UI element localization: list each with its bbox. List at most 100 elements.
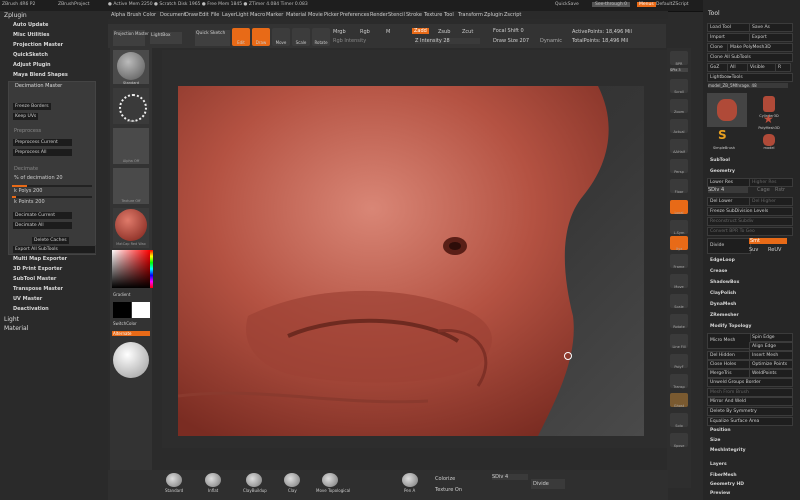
r-button[interactable]: R — [775, 63, 791, 72]
menu-brush[interactable]: Brush — [127, 12, 141, 18]
aahalf-button[interactable]: AAHalf — [670, 139, 688, 154]
lightbox-button[interactable]: LightBox — [150, 32, 182, 44]
persp-button[interactable]: Persp — [670, 159, 688, 174]
move-view-button[interactable]: Move — [670, 274, 688, 289]
zcut-button[interactable]: Zcut — [462, 29, 473, 35]
hue-slider[interactable] — [150, 250, 153, 288]
rotate-button[interactable]: Rotate — [312, 28, 330, 46]
model-thumb[interactable]: model — [755, 132, 783, 154]
bpr-button[interactable]: BPR — [670, 51, 688, 66]
menu-preferences[interactable]: Preferences — [340, 12, 369, 18]
preprocess-all-button[interactable]: Preprocess All — [12, 148, 73, 157]
del-lower-button[interactable]: Del Lower — [707, 197, 751, 206]
current-tool-slider[interactable]: model_ZB_5Mfnrage. 48 — [708, 83, 788, 88]
kpoints-slider[interactable]: k Points 200 — [14, 199, 45, 205]
default-zscript-button[interactable]: DefaultZScript — [656, 2, 689, 7]
spin-edge-button[interactable]: Spin Edge — [749, 333, 793, 342]
mesh-from-brush-button[interactable]: Mesh From Brush — [707, 388, 793, 397]
crease-menu[interactable]: Crease — [710, 269, 727, 274]
equalize-surface-button[interactable]: Equalize Surface Area — [707, 417, 793, 426]
main-color-swatch[interactable] — [113, 302, 131, 318]
simplebrush-thumb[interactable]: S SimpleBrush — [710, 128, 738, 152]
menu-picker[interactable]: Picker — [324, 12, 339, 18]
zremesher-menu[interactable]: ZRemesher — [710, 313, 739, 318]
xyz-button[interactable]: Xyz — [670, 236, 688, 251]
modify-topology-menu[interactable]: Modify Topology — [710, 324, 751, 329]
geometry-menu[interactable]: Geometry — [710, 169, 735, 174]
plugin-maya-blend-shapes[interactable]: Maya Blend Shapes — [13, 72, 68, 78]
colorize-button[interactable]: Colorize — [435, 476, 455, 482]
document-canvas[interactable] — [178, 86, 644, 436]
xpose-button[interactable]: Xpose — [670, 433, 688, 448]
alpha-thumbnail[interactable]: Alpha Off — [113, 128, 149, 164]
menu-document[interactable]: Document — [160, 12, 186, 18]
tool-header[interactable]: Tool — [708, 10, 720, 17]
projection-master-button[interactable]: Projection Master — [113, 30, 149, 46]
bottom-sdiv-slider[interactable]: SDiv 4 — [492, 474, 528, 480]
actual-button[interactable]: Actual — [670, 119, 688, 134]
switchcolor-button[interactable]: SwitchColor — [113, 321, 137, 326]
visible-button[interactable]: Visible — [747, 63, 777, 72]
freeze-subdivision-button[interactable]: Freeze SubDivision Levels — [707, 207, 793, 216]
divide-button[interactable]: Divide — [707, 238, 751, 254]
menu-zscript[interactable]: Zscript — [504, 12, 521, 18]
import-button[interactable]: Import — [707, 33, 751, 42]
solo-button[interactable]: Solo — [670, 413, 688, 428]
focal-shift-slider[interactable]: Focal Shift 0 — [493, 28, 524, 34]
menu-macro[interactable]: Macro — [250, 12, 265, 18]
layers-menu[interactable]: Layers — [710, 462, 727, 467]
menu-layer[interactable]: Layer — [222, 12, 236, 18]
menu-movie[interactable]: Movie — [308, 12, 323, 18]
brush-thumbnail[interactable]: Standard — [113, 50, 149, 85]
transp-button[interactable]: Transp — [670, 374, 688, 389]
freeze-borders-button[interactable]: Freeze Borders — [12, 102, 52, 111]
goz-button[interactable]: GoZ — [707, 63, 729, 72]
smt-button[interactable]: Smt — [749, 238, 787, 244]
keep-uvs-button[interactable]: Keep UVs — [12, 112, 40, 121]
pct-decimation-slider[interactable]: % of decimation 20 — [14, 175, 63, 181]
quicksave-button[interactable]: QuickSave — [555, 2, 579, 7]
sdiv-slider[interactable]: SDiv 4 — [708, 187, 748, 193]
texture-thumbnail[interactable]: Texture Off — [113, 168, 149, 204]
secondary-color-swatch[interactable] — [132, 302, 150, 318]
menu-render[interactable]: Render — [370, 12, 388, 18]
see-through-slider[interactable]: See-through 0 — [592, 2, 630, 7]
plugin-quicksketch[interactable]: QuickSketch — [13, 52, 48, 58]
shadowbox-menu[interactable]: ShadowBox — [710, 280, 739, 285]
zsub-button[interactable]: Zsub — [438, 29, 450, 35]
make-polymesh-button[interactable]: Make PolyMesh3D — [727, 43, 793, 52]
plugin-deactivation[interactable]: Deactivation — [13, 306, 49, 312]
material-menu[interactable]: Material — [4, 325, 28, 332]
polyf-button[interactable]: PolyF — [670, 354, 688, 369]
reconstruct-subdiv-button[interactable]: Reconstruct Subdiv — [707, 217, 793, 226]
rgb-intensity-slider[interactable]: Rgb Intensity — [333, 38, 366, 44]
frame-button[interactable]: Frame — [670, 254, 688, 269]
all-button[interactable]: All — [727, 63, 749, 72]
reuv-button[interactable]: ReUV — [768, 247, 781, 253]
edit-button[interactable]: Edit — [232, 28, 250, 46]
convert-bpr-button[interactable]: Convert BPR To Geo — [707, 227, 793, 236]
kpolys-slider[interactable]: k Polys 200 — [14, 188, 42, 194]
floor-button[interactable]: Floor — [670, 179, 688, 194]
material-thumbnail[interactable]: MatCap Red Wax — [113, 208, 149, 248]
preprocess-current-button[interactable]: Preprocess Current — [12, 138, 73, 147]
claypolish-menu[interactable]: ClayPolish — [710, 291, 736, 296]
scroll-button[interactable]: Scroll — [670, 79, 688, 94]
decimation-header[interactable]: Decimation Master — [15, 83, 62, 89]
menu-transform[interactable]: Transform — [458, 12, 483, 18]
del-hidden-button[interactable]: Del Hidden — [707, 351, 751, 360]
menu-edit[interactable]: Edit — [199, 12, 209, 18]
rgb-button[interactable]: Rgb — [360, 29, 370, 35]
position-menu[interactable]: Position — [710, 428, 731, 433]
menu-file[interactable]: File — [211, 12, 219, 18]
move-button[interactable]: Move — [272, 28, 290, 46]
subtool-menu[interactable]: SubTool — [710, 158, 730, 163]
kpolys-track[interactable] — [12, 196, 92, 198]
export-all-subtools-button[interactable]: Export All SubTools — [12, 245, 96, 254]
z-intensity-slider[interactable]: Z Intensity 28 — [415, 38, 480, 44]
polymesh-thumb[interactable]: ★ PolyMesh3D — [755, 112, 783, 132]
optimize-points-button[interactable]: Optimize Points — [749, 360, 793, 369]
clone-all-subtools-button[interactable]: Clone All SubTools — [707, 53, 793, 62]
meshintegrity-menu[interactable]: MeshIntegrity — [710, 448, 746, 453]
fibermesh-menu[interactable]: FiberMesh — [710, 473, 737, 478]
